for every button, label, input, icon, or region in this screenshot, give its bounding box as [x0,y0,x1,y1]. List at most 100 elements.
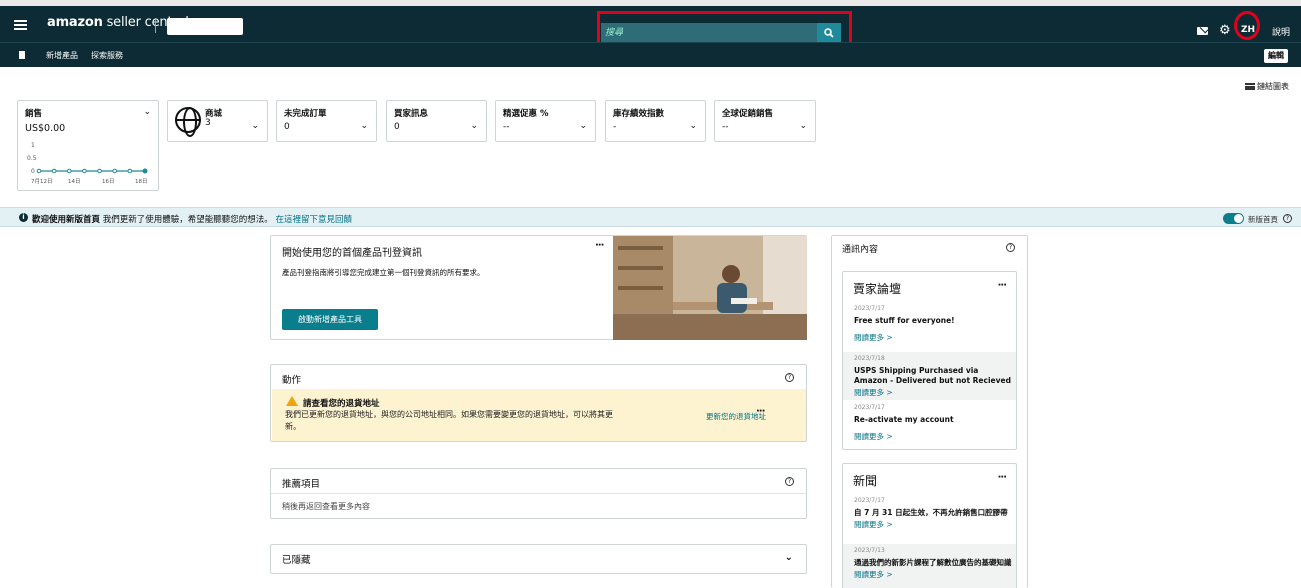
sparkline-point [112,168,118,174]
read-more-link[interactable]: 閱讀更多 > [854,569,1016,580]
bookmark-icon [19,51,25,59]
featured-offer-metric-card[interactable]: 精選促惠 % -- ⌄ [495,100,596,142]
banner-text: 歡迎使用新版首頁 我們更新了使用體驗，希望能聽聽您的想法。 在這裡留下意見回饋 [32,215,352,225]
sparkline-point [97,168,102,174]
card-title: 已隱藏 [282,555,311,566]
sparkline-point [82,168,87,174]
sparkline-point [142,168,148,174]
open-orders-metric-card[interactable]: 未完成訂單 0 ⌄ [276,100,377,142]
x-tick: 14日 [68,178,81,185]
list-item[interactable]: 2023/7/17 Re-activate my account 閱讀更多 > [843,401,1016,449]
post-title: 通過我們的新影片課程了解數位廣告的基礎知識 [854,558,1012,567]
warning-icon [286,396,298,406]
launch-add-product-button[interactable]: 啟動新增產品工具 [282,309,378,330]
post-title: 自 7 月 31 日起生效，不再允許銷售口腔膠帶 [854,508,1008,517]
more-options-icon[interactable]: ··· [595,240,604,251]
metric-title: 未完成訂單 [284,109,327,119]
hidden-section[interactable]: 已隱藏 ⌄ [270,544,807,574]
chevron-down-icon[interactable]: ⌄ [689,121,697,131]
new-homepage-toggle[interactable] [1223,213,1244,224]
toggle-label: 新版首頁 [1248,215,1278,224]
more-options-icon[interactable]: ··· [756,406,765,417]
metric-value: - [613,122,617,132]
x-tick: 18日 [135,178,148,185]
post-title: Free stuff for everyone! [854,316,955,325]
chevron-down-icon[interactable]: ⌄ [579,121,587,131]
list-item[interactable]: 2023/7/17 自 7 月 31 日起生效，不再允許銷售口腔膠帶 閱讀更多 … [843,494,1016,542]
chevron-down-icon[interactable]: ⌄ [799,121,807,131]
y-tick: 0.5 [27,155,37,162]
list-item[interactable]: 2023/7/13 通過我們的新影片課程了解數位廣告的基礎知識 閱讀更多 > [843,544,1016,588]
read-more-link[interactable]: 閱讀更多 > [854,332,1016,343]
metric-title: 銷售 [25,109,43,119]
card-title: 推薦項目 [282,479,321,490]
metric-value: 0 [284,122,290,132]
metric-title: 全球促銷銷售 [722,109,774,119]
help-icon[interactable]: ? [785,373,794,382]
feedback-banner: i 歡迎使用新版首頁 我們更新了使用體驗，希望能聽聽您的想法。 在這裡留下意見回… [0,207,1301,227]
x-tick: 16日 [102,178,115,185]
read-more-link[interactable]: 閱讀更多 > [854,431,1016,442]
explore-services-link[interactable]: 探索服務 [91,50,123,61]
card-description: 產品刊登指南將引導您完成建立第一個刊登資訊的所有要求。 [282,268,485,277]
metric-value: -- [503,122,510,132]
help-icon[interactable]: ? [785,477,794,486]
sparkline-point [51,168,57,174]
chevron-down-icon[interactable]: ⌄ [470,121,478,131]
chevron-down-icon[interactable]: ⌄ [360,121,368,131]
link-graph-toggle[interactable]: 鏈結圖表 [1245,81,1289,92]
post-date: 2023/7/18 [854,355,885,362]
list-item[interactable]: 2023/7/18 USPS Shipping Purchased via Am… [843,352,1016,400]
sales-metric-card[interactable]: 銷售 US$0.00 ⌄ 1 0.5 0 7月12日 14日 16日 18日 [17,100,159,191]
feedback-link[interactable]: 在這裡留下意見回饋 [275,215,352,225]
more-options-icon[interactable]: ··· [998,472,1007,483]
onboarding-card: 開始使用您的首個產品刊登資訊 產品刊登指南將引導您完成建立第一個刊登資訊的所有要… [270,235,807,340]
sales-sparkline: 1 0.5 0 7月12日 14日 16日 18日 [27,142,148,185]
help-icon[interactable]: ? [1006,243,1015,252]
read-more-link[interactable]: 閱讀更多 > [854,519,1016,530]
card-subtitle: 稍後再返回查看更多內容 [282,502,370,511]
language-highlight-annotation [1234,11,1260,40]
hamburger-menu-icon[interactable] [14,20,27,30]
list-item[interactable]: 2023/7/17 Free stuff for everyone! 閱讀更多 … [843,302,1016,350]
logo-separator [155,18,156,33]
buyer-messages-metric-card[interactable]: 買家訊息 0 ⌄ [386,100,487,142]
x-tick: 7月12日 [31,178,53,185]
divider [271,493,806,494]
card-title: 動作 [282,375,302,386]
post-title: Re-activate my account [854,415,954,424]
actions-card: 動作 ? 請查看您的退貨地址 我們已更新您的退貨地址，與您的公司地址相同。如果您… [270,364,807,442]
help-link[interactable]: 說明 [1272,25,1290,38]
metric-title: 庫存績效指數 [613,109,665,119]
globe-icon [175,107,201,137]
mail-icon[interactable] [1197,27,1208,35]
metric-title: 買家訊息 [394,109,429,119]
panel-title: 通訊內容 [842,245,879,255]
inventory-index-metric-card[interactable]: 庫存績效指數 - ⌄ [605,100,706,142]
card-title: 賣家論壇 [853,282,902,296]
gear-icon[interactable]: ⚙ [1219,23,1231,38]
list-icon [1245,83,1255,90]
news-card: 新聞 ··· 2023/7/17 自 7 月 31 日起生效，不再允許銷售口腔膠… [842,463,1017,588]
marketplace-metric-card[interactable]: 商城 3 ⌄ [167,100,268,142]
chevron-down-icon[interactable]: ⌄ [143,107,151,117]
chevron-down-icon[interactable]: ⌄ [251,121,259,131]
more-options-icon[interactable]: ··· [998,280,1007,291]
read-more-link[interactable]: 閱讀更多 > [854,387,1016,398]
post-date: 2023/7/17 [854,305,885,312]
metric-value: 3 [205,118,211,128]
bookmark-bar: 新增產品 探索服務 編輯 [0,42,1301,67]
store-selector[interactable] [167,18,243,35]
help-icon[interactable]: ? [1283,214,1292,223]
metric-value: 0 [394,122,400,132]
alert-description: 我們已更新您的退貨地址，與您的公司地址相同。如果您需要變更您的退貨地址，可以將其… [285,410,613,431]
return-address-alert: 請查看您的退貨地址 我們已更新您的退貨地址，與您的公司地址相同。如果您需要變更您… [272,389,806,441]
edit-bookmarks-button[interactable]: 編輯 [1264,49,1288,63]
recommendations-card: 推薦項目 ? 稍後再返回查看更多內容 [270,468,807,519]
add-product-link[interactable]: 新增產品 [46,50,78,61]
global-promotions-metric-card[interactable]: 全球促銷銷售 -- ⌄ [714,100,816,142]
post-date: 2023/7/17 [854,404,885,411]
seller-forum-card: 賣家論壇 ··· 2023/7/17 Free stuff for everyo… [842,271,1017,450]
info-icon: i [19,213,28,222]
chevron-down-icon[interactable]: ⌄ [785,552,793,563]
